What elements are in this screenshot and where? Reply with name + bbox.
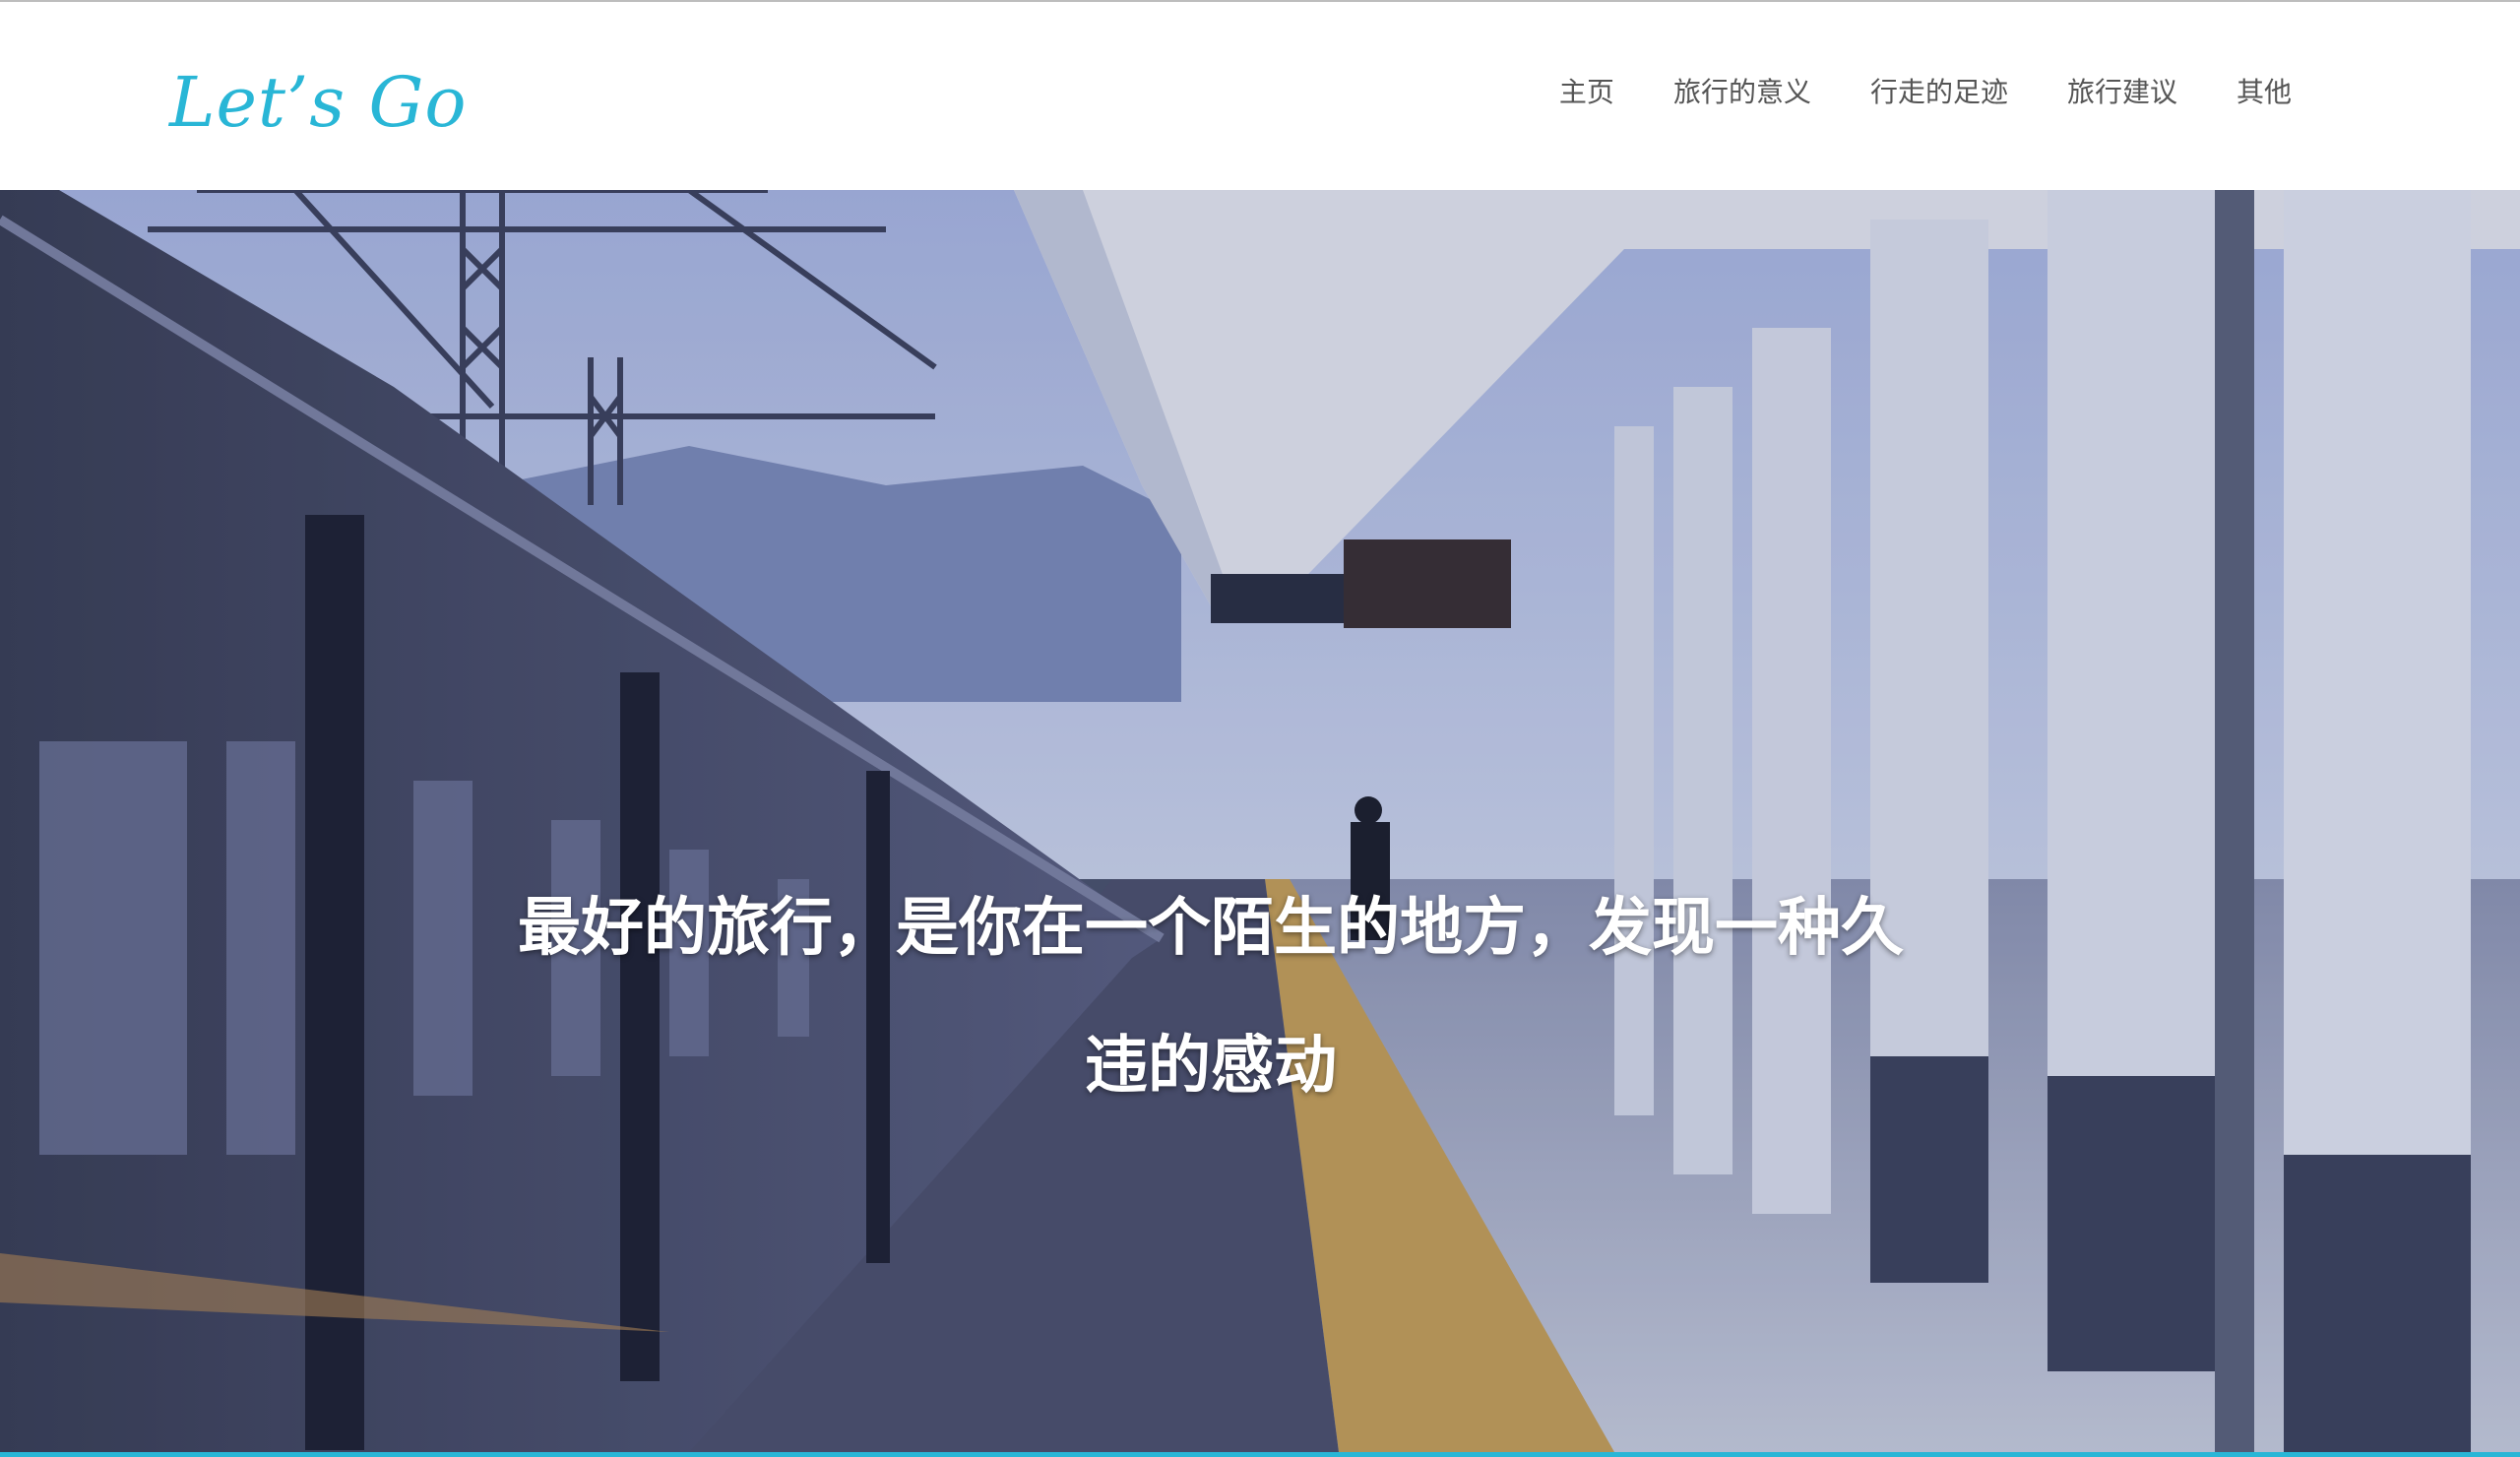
- hero-background-image: [0, 190, 2520, 1452]
- nav-item-other[interactable]: 其他: [2236, 73, 2292, 112]
- hero-headline: 最好的旅行，是你在一个陌生的地方，发现一种久违的感动: [518, 892, 1904, 1103]
- nav-item-home[interactable]: 主页: [1559, 73, 1614, 112]
- nav-item-travel-advice[interactable]: 旅行建议: [2067, 73, 2177, 112]
- nav-item-meaning-of-travel[interactable]: 旅行的意义: [1673, 73, 1811, 112]
- nav-item-travel-footprints[interactable]: 行走的足迹: [1870, 73, 2008, 112]
- site-header: Let’s Go 主页 旅行的意义 行走的足迹 旅行建议 其他: [0, 2, 2520, 190]
- main-nav: 主页 旅行的意义 行走的足迹 旅行建议 其他: [1559, 73, 2292, 112]
- hero-banner: 最好的旅行，是你在一个陌生的地方，发现一种久违的感动: [0, 190, 2520, 1452]
- bottom-accent-bar: [0, 1452, 2520, 1457]
- site-logo[interactable]: Let’s Go: [169, 55, 468, 150]
